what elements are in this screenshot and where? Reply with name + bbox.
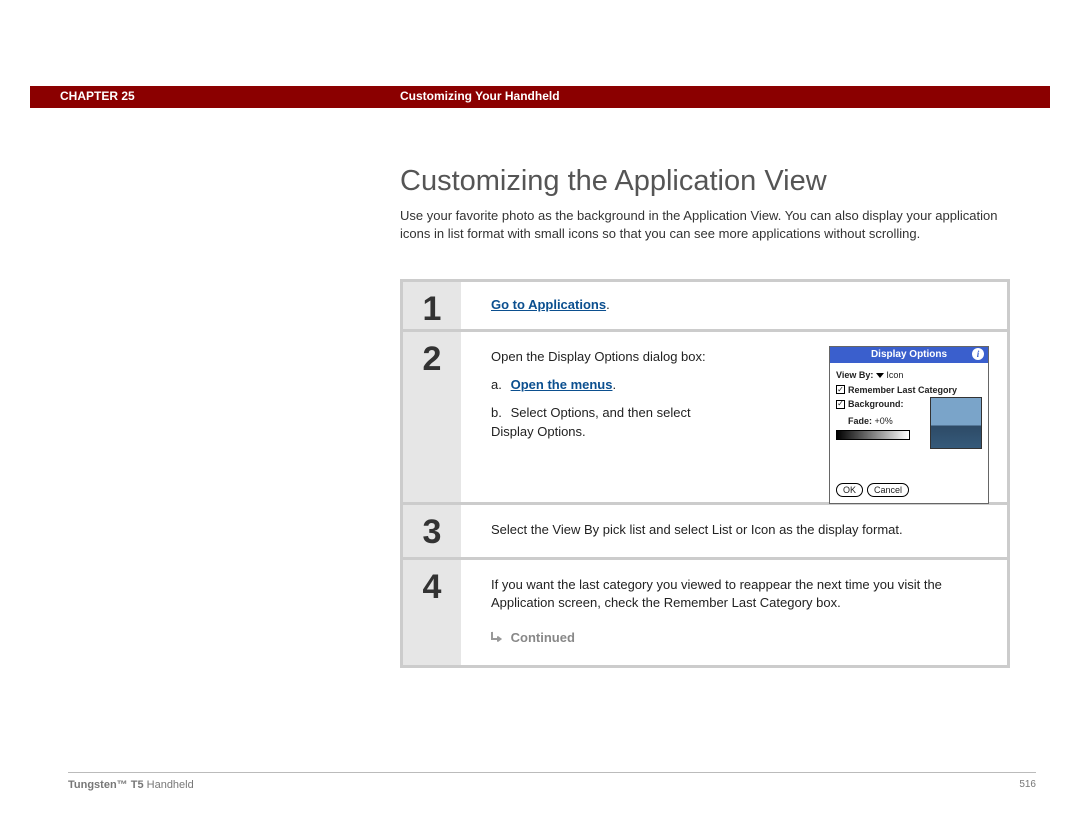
cancel-button: Cancel [867,483,909,497]
background-label: Background: [848,398,904,411]
step-body: If you want the last category you viewed… [461,560,1007,665]
step-number-cell: 3 [403,505,461,557]
steps-table: 1 Go to Applications. 2 Open the Display… [400,279,1010,668]
open-the-menus-link[interactable]: Open the menus [511,377,613,392]
step-body: Go to Applications. [461,282,1007,329]
step-number: 2 [423,340,442,379]
ok-button: OK [836,483,863,497]
viewby-value: Icon [886,369,903,382]
background-thumbnail [930,397,982,449]
viewby-row: View By: Icon [836,369,982,382]
step-4-text: If you want the last category you viewed… [491,576,989,612]
period: . [612,377,616,392]
sub-label-a: a. [491,376,507,394]
sub-label-b: b. [491,404,507,422]
continued-label: Continued [511,630,575,645]
sub-text-b: Select Options, and then select Display … [491,405,691,438]
page: CHAPTER 25 Customizing Your Handheld Cus… [0,0,1080,834]
dialog-title-bar: Display Options i [830,347,988,363]
viewby-label: View By: [836,369,873,382]
step-body: Select the View By pick list and select … [461,505,1007,557]
step-3: 3 Select the View By pick list and selec… [403,502,1007,557]
remember-label: Remember Last Category [848,384,957,397]
info-icon: i [972,348,984,360]
footer-product-bold: Tungsten™ T5 [68,779,144,791]
continued-arrow-icon [491,631,503,643]
fade-gradient-bar [836,430,910,440]
step-number: 1 [423,290,442,329]
step-1: 1 Go to Applications. [403,282,1007,329]
continued-indicator: Continued [491,629,989,647]
step-3-text: Select the View By pick list and select … [491,521,989,539]
dialog-title: Display Options [871,348,947,362]
page-footer: Tungsten™ T5 Handheld 516 [68,772,1036,791]
go-to-applications-link[interactable]: Go to Applications [491,297,606,312]
step-2-lead: Open the Display Options dialog box: [491,348,721,366]
step-number-cell: 4 [403,560,461,665]
fade-label: Fade: [848,416,872,426]
footer-product: Tungsten™ T5 Handheld [68,779,194,791]
step-number-cell: 1 [403,282,461,329]
step-number: 3 [423,513,442,552]
fade-value: +0% [875,416,893,426]
viewby-picklist: Icon [876,369,903,382]
step-number-cell: 2 [403,332,461,502]
remember-checkbox: ✓ [836,385,845,394]
chapter-header-bar: CHAPTER 25 Customizing Your Handheld [30,86,1050,108]
period: . [606,297,610,312]
step-body: Open the Display Options dialog box: a. … [461,332,1007,502]
intro-paragraph: Use your favorite photo as the backgroun… [400,207,1010,242]
step-4: 4 If you want the last category you view… [403,557,1007,665]
chapter-section-title: Customizing Your Handheld [400,89,560,103]
dialog-body: View By: Icon ✓ Remember Last Category ✓ [830,363,988,446]
background-checkbox: ✓ [836,400,845,409]
step-2-text: Open the Display Options dialog box: a. … [491,348,721,441]
dialog-buttons: OK Cancel [836,483,909,497]
chapter-label: CHAPTER 25 [60,89,135,103]
page-title: Customizing the Application View [400,165,827,198]
display-options-dialog-screenshot: Display Options i View By: Icon ✓ [829,346,989,504]
remember-row: ✓ Remember Last Category [836,384,982,397]
step-number: 4 [423,568,442,607]
step-2: 2 Open the Display Options dialog box: a… [403,329,1007,502]
footer-page-number: 516 [1019,779,1036,791]
step-2a: a. Open the menus. [491,376,721,394]
dropdown-triangle-icon [876,373,884,378]
step-2b: b. Select Options, and then select Displ… [491,404,721,440]
footer-product-rest: Handheld [144,779,194,791]
